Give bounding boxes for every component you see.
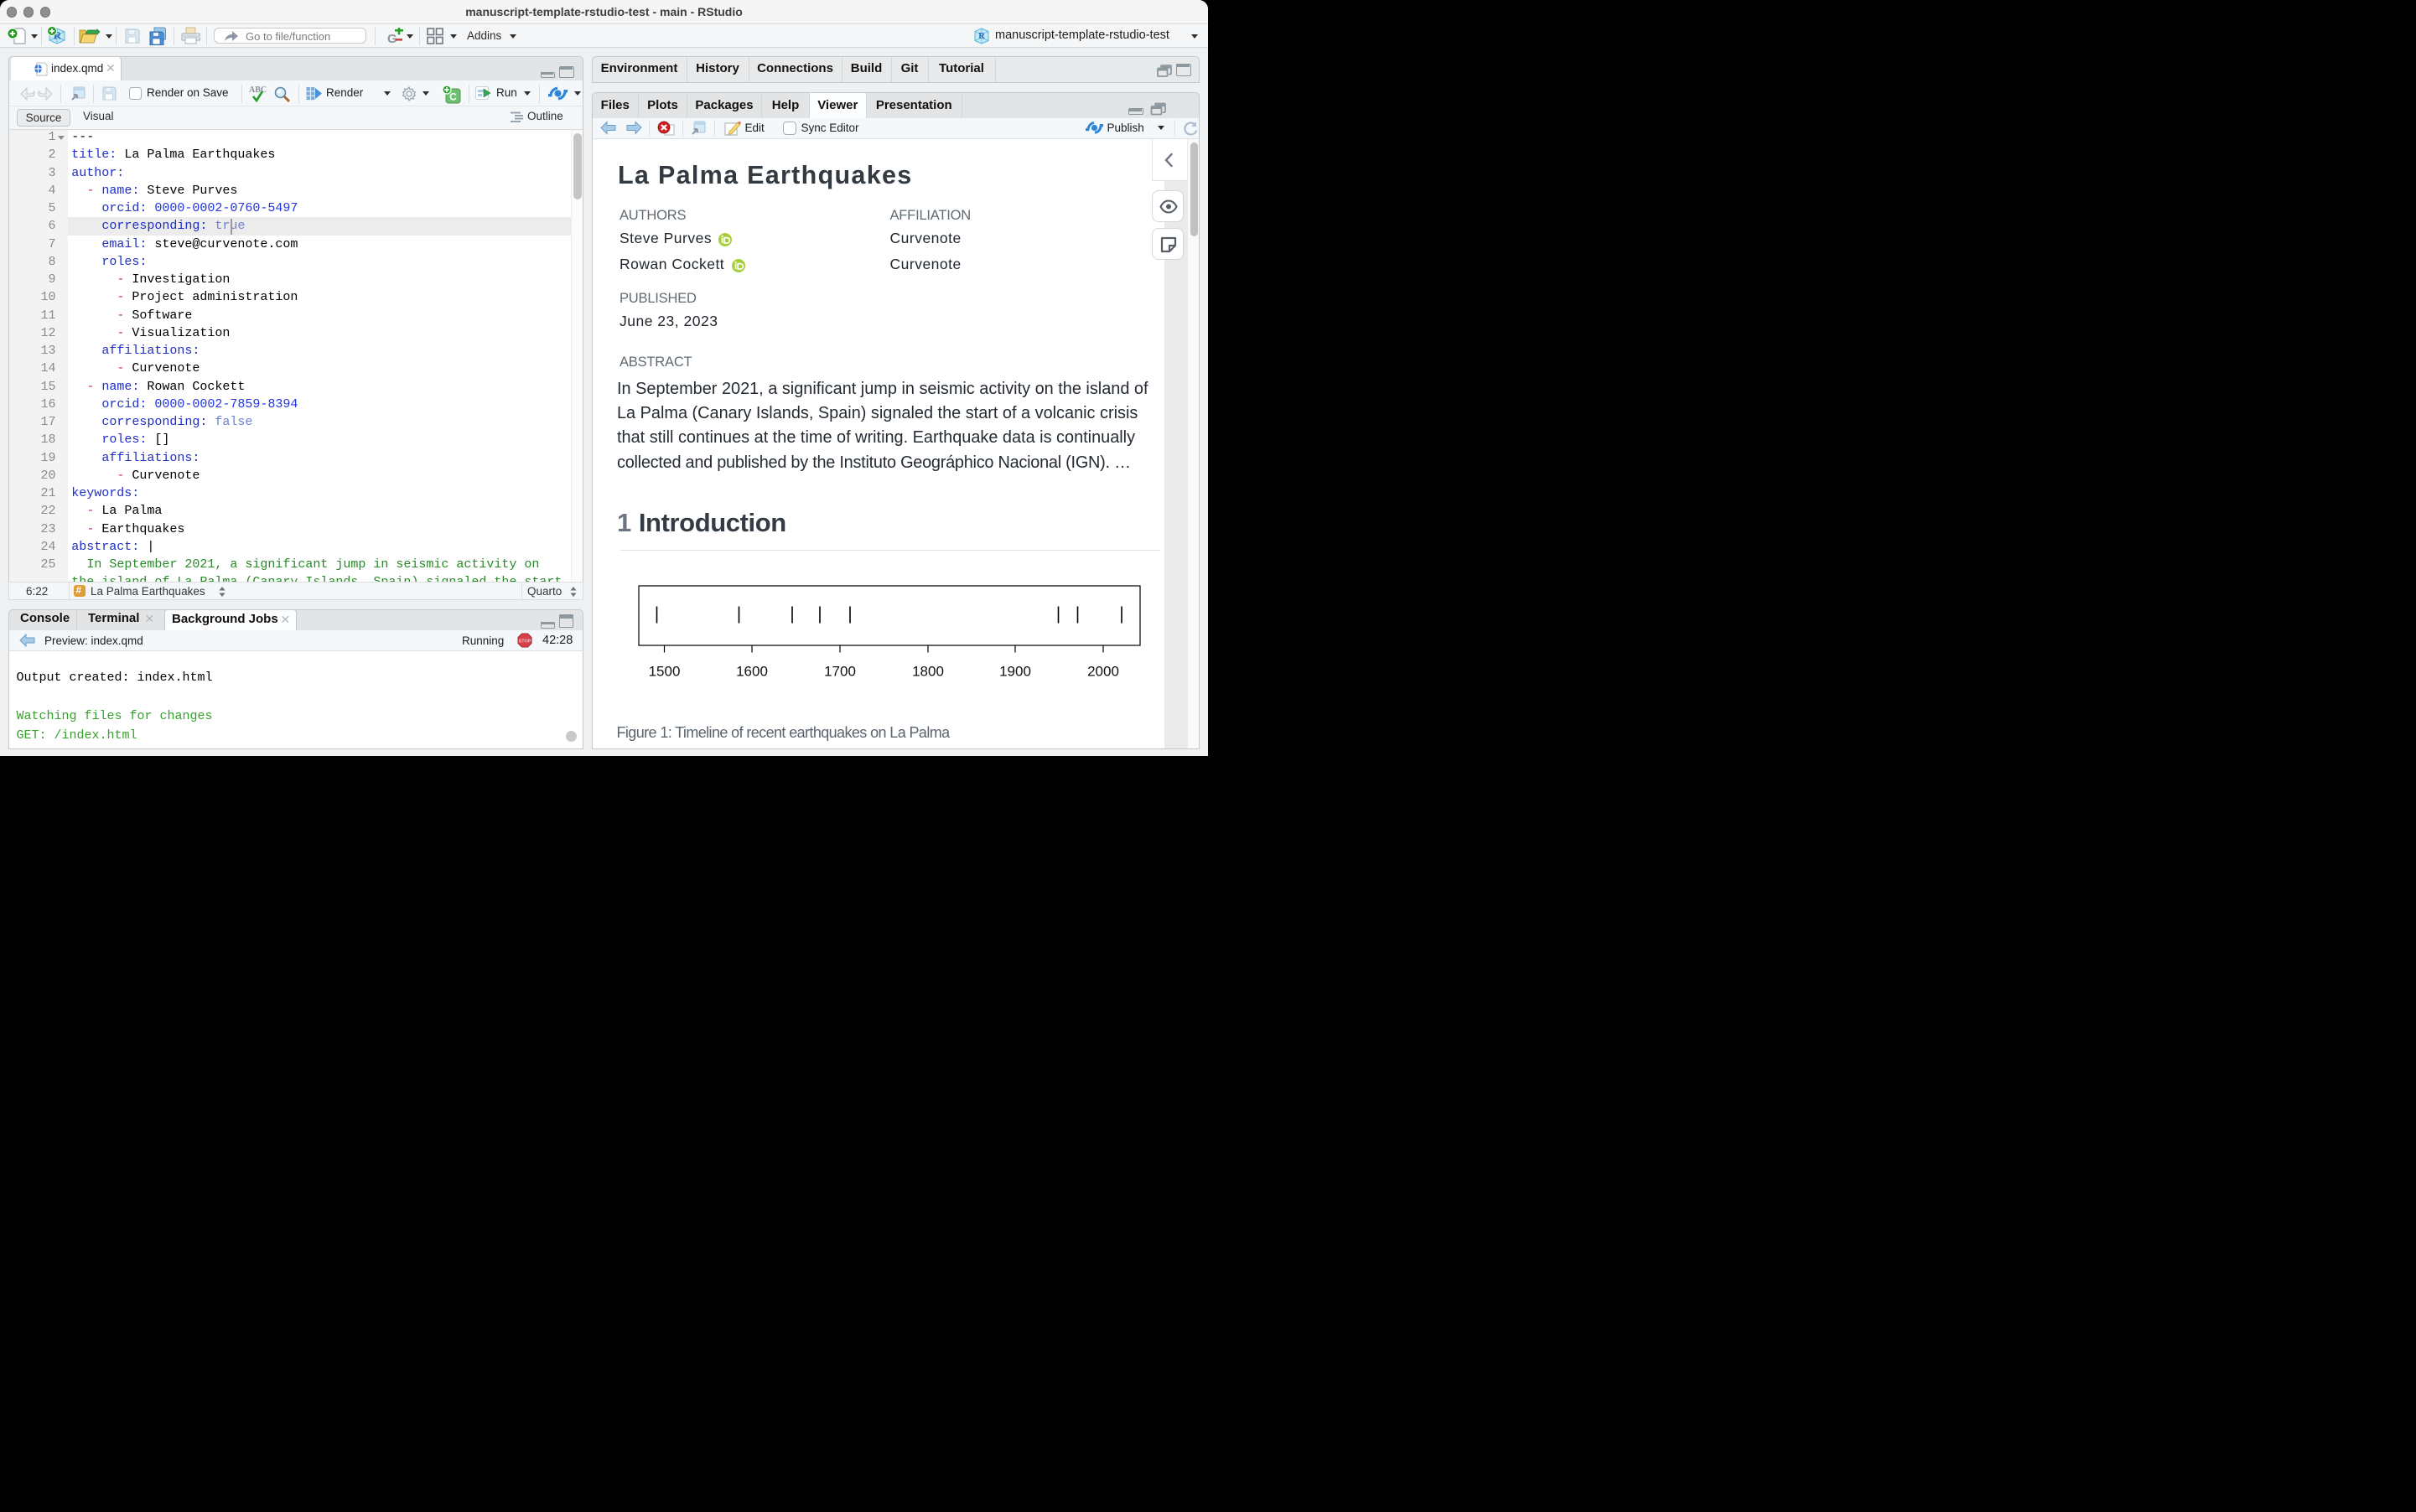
svg-text:1700: 1700 xyxy=(824,663,856,679)
svg-text:R: R xyxy=(978,32,985,41)
svg-text:C: C xyxy=(449,91,457,102)
svg-text:2000: 2000 xyxy=(1087,663,1119,679)
svg-text:1600: 1600 xyxy=(736,663,768,679)
svg-text:1900: 1900 xyxy=(999,663,1031,679)
svg-text:1800: 1800 xyxy=(912,663,944,679)
svg-text:1500: 1500 xyxy=(648,663,680,679)
svg-text:G: G xyxy=(387,32,397,45)
svg-text:STOP: STOP xyxy=(519,639,531,645)
svg-text:ABC: ABC xyxy=(249,85,267,95)
